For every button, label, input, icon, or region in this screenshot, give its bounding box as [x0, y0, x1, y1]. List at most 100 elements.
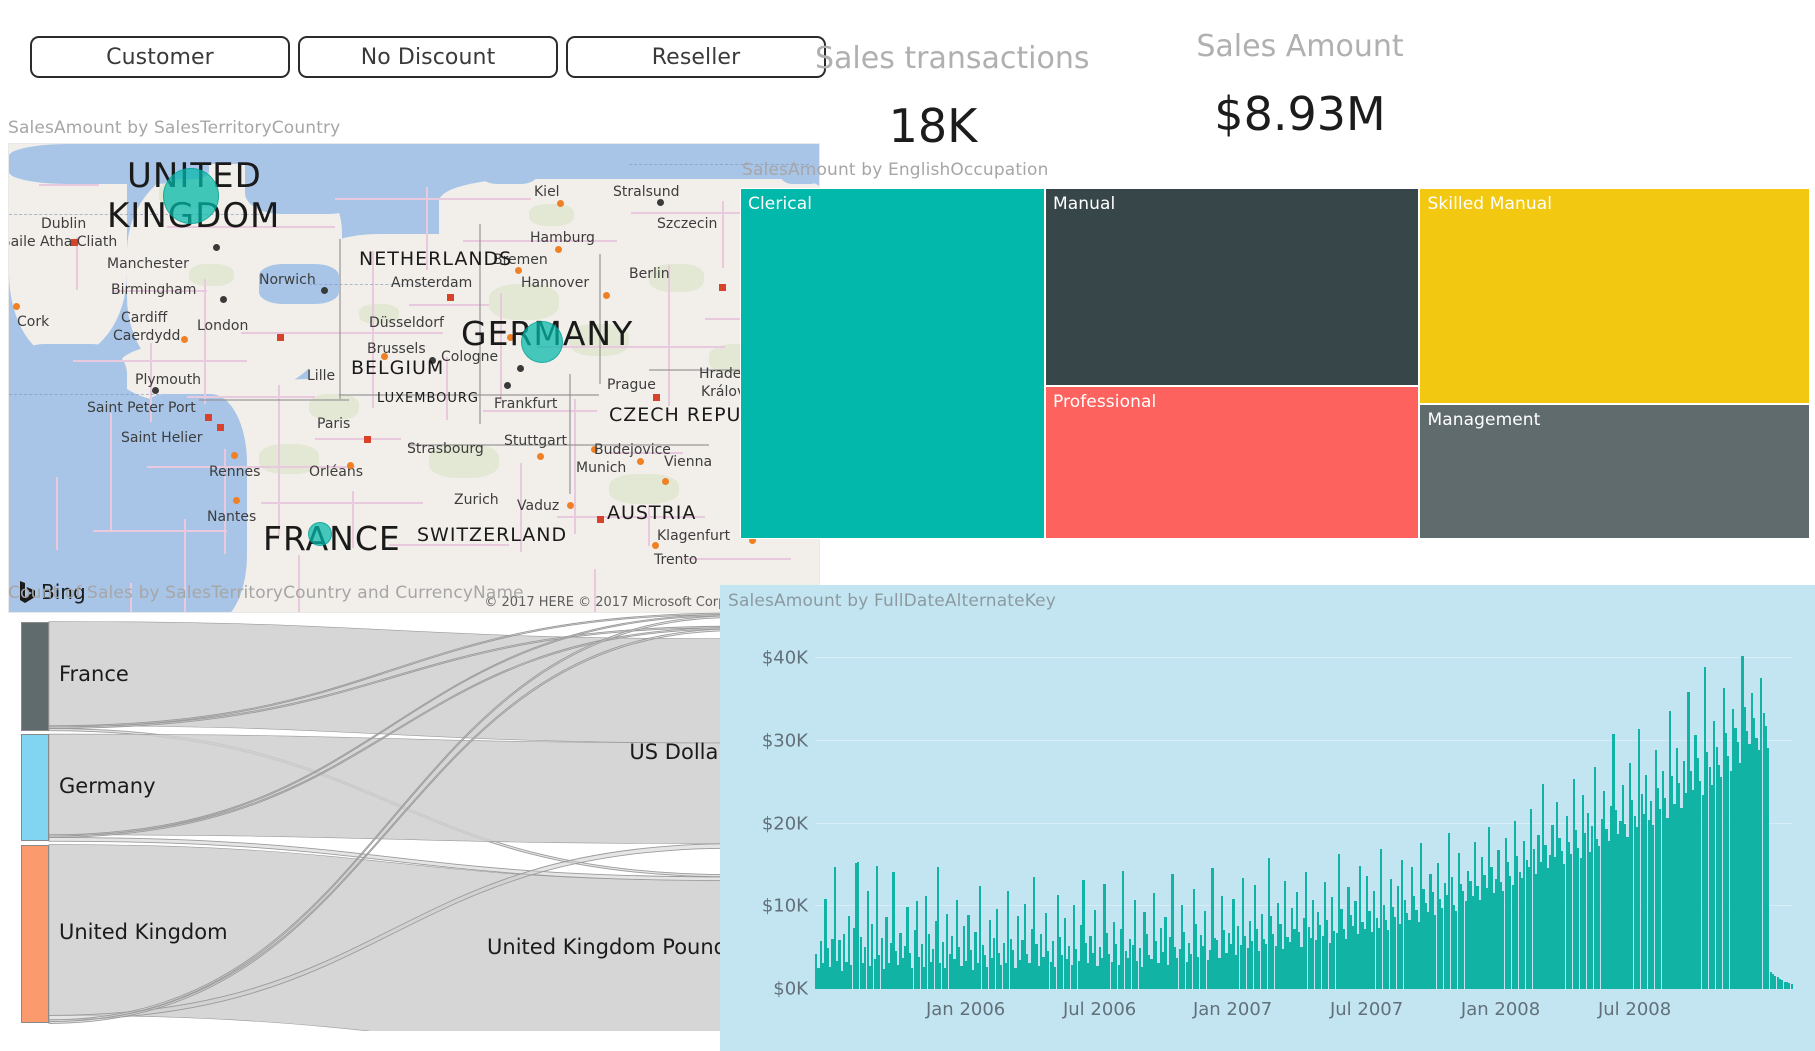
map-city-label: Zurich: [454, 492, 499, 508]
slicer-no-discount-label: No Discount: [360, 44, 496, 70]
map-road: [315, 438, 401, 440]
map-road: [73, 360, 247, 362]
map-city-label: Strasbourg: [407, 441, 484, 457]
map-city-marker: [515, 267, 522, 274]
map-city-marker: [217, 424, 224, 431]
map-city-label: Berlin: [629, 266, 670, 282]
treemap-cell[interactable]: Management: [1419, 403, 1810, 539]
map-canvas[interactable]: Dublin Baile Atha Cliath Manchester Birming…: [8, 143, 820, 613]
map-city-marker: [537, 453, 544, 460]
map-city-marker: [517, 365, 524, 372]
chart-x-tick-label: Jan 2008: [1460, 999, 1541, 1020]
map-city-marker: [662, 478, 669, 485]
map-road: [39, 184, 99, 186]
sankey-source-node[interactable]: [21, 621, 49, 731]
kpi-label-sales-transactions: Sales transactions: [815, 41, 1090, 76]
map-road: [446, 357, 448, 420]
column-chart-title: SalesAmount by FullDateAlternateKey: [728, 591, 1056, 611]
treemap-visual[interactable]: SalesAmount by EnglishOccupation Clerica…: [740, 160, 1812, 560]
map-country-label: CZECH REPUB: [609, 404, 756, 426]
map-city-marker: [447, 294, 454, 301]
slicer-reseller-button[interactable]: Reseller: [566, 36, 826, 78]
chart-bar[interactable]: [1767, 748, 1770, 989]
map-sea: [609, 144, 689, 174]
map-city-marker: [504, 382, 511, 389]
chart-y-tick-label: $40K: [761, 647, 808, 669]
map-city-label: Frankfurt: [494, 396, 558, 412]
map-city-label: Brussels: [367, 341, 426, 357]
kpi-card-sales-amount[interactable]: Sales Amount $8.93M: [1185, 30, 1415, 141]
chart-x-tick-label: Jan 2007: [1192, 999, 1273, 1020]
chart-x-tick-label: Jul 2007: [1329, 999, 1404, 1020]
map-city-label: Hamburg: [530, 230, 595, 246]
treemap-cell-label: Clerical: [748, 194, 813, 214]
map-bubble-france[interactable]: [308, 522, 332, 546]
column-chart-visual[interactable]: SalesAmount by FullDateAlternateKey $0K $…: [720, 585, 1815, 1051]
map-city-label: Kiel: [534, 184, 560, 200]
sankey-visual[interactable]: Count of Sales by SalesTerritoryCountry …: [6, 583, 820, 1043]
map-city-marker: [555, 246, 562, 253]
treemap-canvas[interactable]: Clerical Manual Professional Skilled Manual…: [740, 188, 1810, 539]
column-chart-plot-area[interactable]: [815, 625, 1793, 989]
map-city-label: Prague: [607, 377, 656, 393]
map-city-marker: [637, 458, 644, 465]
map-road: [241, 332, 443, 334]
chart-y-tick-label: $20K: [761, 813, 808, 835]
treemap-cell[interactable]: Professional: [1044, 386, 1420, 539]
chart-bar[interactable]: [1790, 984, 1793, 989]
map-country-label: SWITZERLAND: [417, 524, 568, 546]
slicer-reseller-label: Reseller: [651, 44, 741, 70]
kpi-card-sales-transactions[interactable]: Sales transactions 18K: [815, 41, 1090, 153]
column-chart-x-axis: Jan 2006 Jul 2006 Jan 2007 Jul 2007 Jan 2008…: [815, 999, 1793, 1023]
map-city-marker: [181, 336, 188, 343]
sankey-title: Count of Sales by SalesTerritoryCountry …: [8, 583, 524, 603]
map-city-label: Baile Atha Cliath: [8, 234, 118, 250]
map-sea: [479, 144, 539, 184]
map-dashed-line: [9, 394, 159, 395]
map-city-marker: [233, 497, 240, 504]
chart-gridline: [815, 657, 1793, 659]
slicer-no-discount-button[interactable]: No Discount: [298, 36, 558, 78]
map-city-marker: [719, 284, 726, 291]
map-city-label: Stuttgart: [504, 433, 567, 449]
treemap-cell[interactable]: Manual: [1044, 188, 1420, 387]
sankey-canvas[interactable]: France Germany United Kingdom US Dollar Unit…: [6, 611, 818, 1031]
map-city-marker: [652, 542, 659, 549]
map-visual[interactable]: SalesAmount by SalesTerritoryCountry Dub…: [6, 118, 820, 640]
map-road: [261, 502, 423, 504]
sankey-target-label: United Kingdom Pound: [487, 935, 727, 960]
map-city-marker: [205, 414, 212, 421]
map-bubble-germany[interactable]: [521, 321, 563, 363]
treemap-cell-label: Manual: [1052, 194, 1116, 214]
chart-y-tick-label: $30K: [761, 730, 808, 752]
map-road: [722, 201, 724, 268]
slicer-customer-label: Customer: [106, 44, 214, 70]
map-city-marker: [597, 516, 604, 523]
powerbi-report-page: Customer No Discount Reseller Sales tran…: [0, 0, 1815, 1051]
map-landmass: [159, 406, 819, 612]
chart-x-tick-label: Jul 2008: [1597, 999, 1672, 1020]
map-city-label: Caerdydd: [113, 328, 181, 344]
treemap-cell-label: Management: [1427, 409, 1541, 430]
map-city-label: Orléans: [309, 464, 364, 480]
treemap-cell[interactable]: Skilled Manual: [1419, 188, 1810, 404]
map-bubble-united-kingdom[interactable]: [163, 168, 219, 224]
sankey-source-label: France: [59, 662, 129, 687]
map-city-label: Rennes: [209, 464, 261, 480]
sankey-source-node[interactable]: [21, 844, 49, 1024]
map-city-marker: [557, 200, 564, 207]
map-city-marker: [13, 303, 20, 310]
map-road: [668, 265, 670, 406]
map-city-label: Hannover: [521, 275, 590, 291]
sankey-source-node[interactable]: [21, 734, 49, 842]
map-road: [110, 413, 112, 532]
treemap-cell[interactable]: Clerical: [740, 188, 1045, 539]
map-country-label: NETHERLANDS: [359, 248, 513, 270]
slicer-customer-button[interactable]: Customer: [30, 36, 290, 78]
map-border: [569, 374, 571, 494]
map-country-label: BELGIUM: [351, 357, 445, 379]
map-city-label: Vaduz: [517, 498, 560, 514]
map-road: [204, 279, 206, 404]
chart-x-tick-label: Jul 2006: [1062, 999, 1137, 1020]
map-city-label: Plymouth: [135, 372, 202, 388]
